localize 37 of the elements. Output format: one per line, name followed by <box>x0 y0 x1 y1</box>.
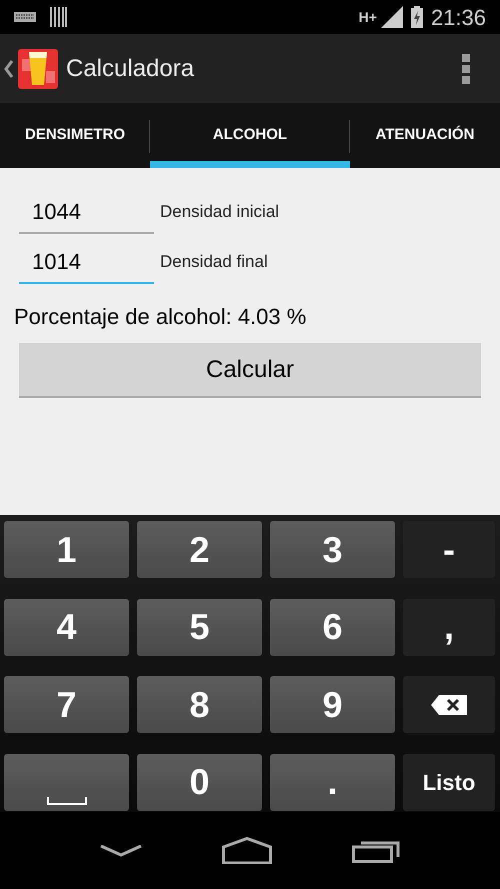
keyboard-key[interactable]: - <box>403 521 495 578</box>
keyboard-key[interactable]: 0 <box>137 754 262 810</box>
keyboard-key[interactable]: 7 <box>4 676 129 733</box>
keyboard-key[interactable]: 3 <box>270 521 395 578</box>
network-type: H+ <box>358 8 377 26</box>
keyboard-key[interactable]: , <box>403 598 495 656</box>
result-text: Porcentaje de alcohol: 4.03 % <box>14 303 308 331</box>
overflow-menu-icon[interactable] <box>462 54 470 84</box>
tab[interactable]: DENSIMETRO <box>0 103 150 168</box>
beer-glass-app-icon <box>18 48 58 88</box>
home-icon[interactable] <box>222 837 272 864</box>
clock: 21:36 <box>430 4 486 32</box>
barcode-icon <box>50 7 67 27</box>
calculate-button[interactable]: Calcular <box>19 343 481 398</box>
keyboard-key[interactable]: 2 <box>137 521 262 578</box>
keyboard-key[interactable]: 9 <box>270 676 395 733</box>
keyboard-key[interactable]: 1 <box>4 521 129 578</box>
app-title: Calculadora <box>66 54 194 84</box>
number-field[interactable]: 1014 <box>19 240 154 284</box>
keyboard-key[interactable]: 5 <box>137 598 262 656</box>
back-icon[interactable] <box>100 844 142 856</box>
keyboard-icon <box>14 12 36 22</box>
field-label: Densidad final <box>160 250 268 272</box>
battery-icon <box>410 6 423 28</box>
keyboard-key[interactable]: . <box>270 754 395 810</box>
number-field[interactable]: 1044 <box>19 190 154 234</box>
backspace-icon <box>431 694 467 714</box>
keyboard-key[interactable]: 6 <box>270 598 395 656</box>
keyboard-key[interactable]: 4 <box>4 598 129 656</box>
keyboard-key[interactable]: Listo <box>403 754 495 810</box>
field-label: Densidad inicial <box>160 200 280 222</box>
signal-icon <box>380 6 403 28</box>
backspace-key[interactable] <box>403 676 495 733</box>
tab[interactable]: ATENUACIÓN <box>350 103 500 168</box>
back-chevron-icon[interactable] <box>4 60 14 78</box>
keyboard-key[interactable]: 8 <box>137 676 262 733</box>
space-bar-icon <box>46 796 86 804</box>
